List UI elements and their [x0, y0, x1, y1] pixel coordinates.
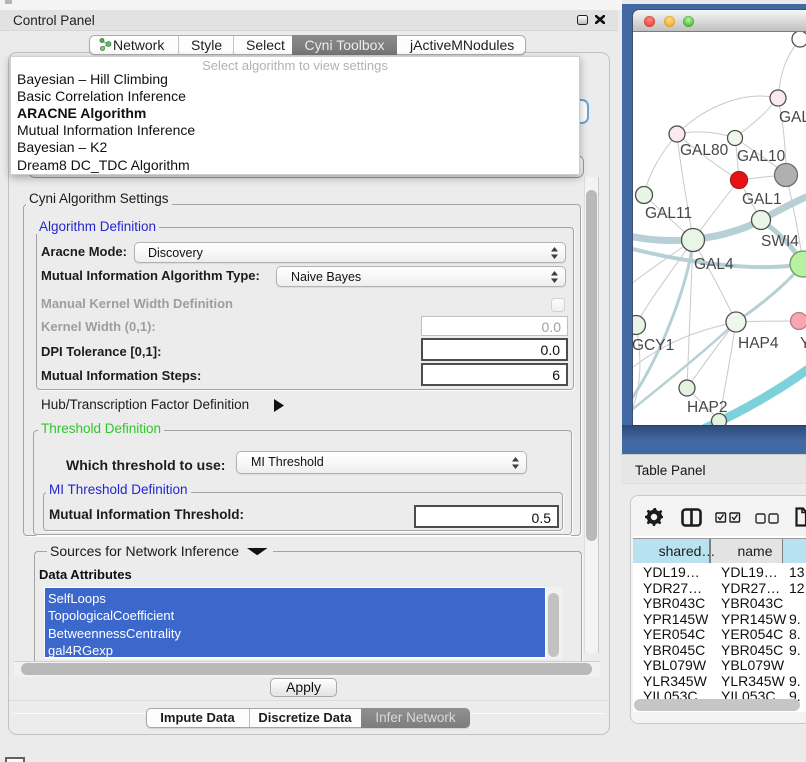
- svg-text:GAL80: GAL80: [680, 142, 729, 159]
- svg-text:GAL7: GAL7: [779, 109, 806, 126]
- svg-text:HAP4: HAP4: [738, 335, 779, 352]
- svg-text:GAL1: GAL1: [742, 191, 782, 208]
- svg-text:GAL11: GAL11: [645, 205, 692, 222]
- svg-text:SWI4: SWI4: [761, 233, 799, 250]
- svg-text:GAL4: GAL4: [694, 256, 734, 273]
- svg-text:YM: YM: [800, 335, 806, 352]
- svg-text:GCY1: GCY1: [633, 337, 674, 354]
- svg-text:GAL10: GAL10: [737, 148, 786, 165]
- svg-text:HAP2: HAP2: [687, 399, 728, 416]
